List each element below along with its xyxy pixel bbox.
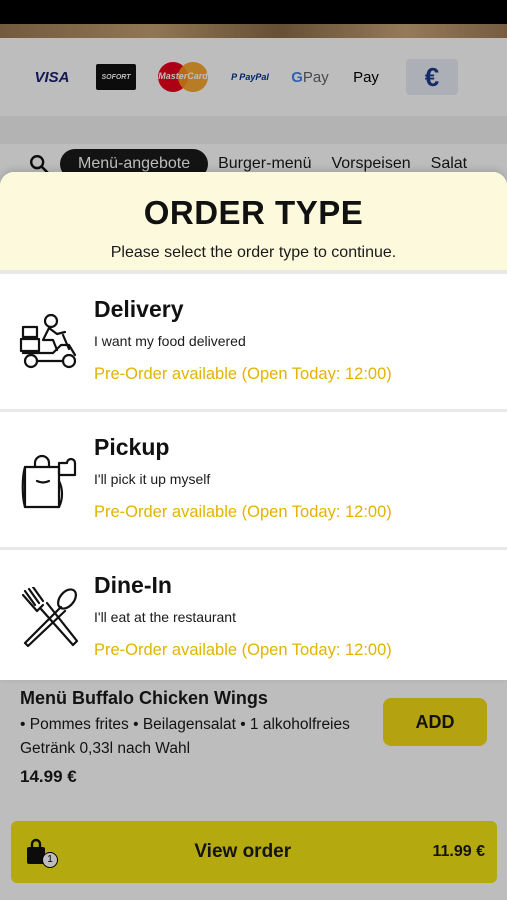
euro-icon: € <box>406 59 458 95</box>
visa-logo: VISA <box>34 68 70 86</box>
option-status: Pre-Order available (Open Today: 12:00) <box>94 365 392 383</box>
hero-image <box>0 24 507 38</box>
option-status: Pre-Order available (Open Today: 12:00) <box>94 641 392 659</box>
option-title: Pickup <box>94 434 170 460</box>
order-type-modal: ORDER TYPE Please select the order type … <box>0 172 507 680</box>
mastercard-logo: MasterCard <box>156 62 210 92</box>
shopping-bag-icon: 1 <box>25 838 58 868</box>
paypal-logo: P PayPal <box>231 72 269 82</box>
menu-item-card[interactable]: Menü Buffalo Chicken Wings • Pommes frit… <box>0 678 507 808</box>
option-description: I'll pick it up myself <box>94 471 211 487</box>
section-gap <box>0 116 507 144</box>
option-title: Delivery <box>94 296 184 322</box>
order-type-pickup[interactable]: Pickup I'll pick it up myself Pre-Order … <box>0 412 507 547</box>
category-tab[interactable]: Burger-menü <box>218 155 311 173</box>
view-order-label: View order <box>194 841 292 862</box>
order-type-dine-in[interactable]: Dine-In I'll eat at the restaurant Pre-O… <box>0 550 507 680</box>
modal-header: ORDER TYPE Please select the order type … <box>0 172 507 270</box>
google-pay-logo: G Pay <box>291 68 329 86</box>
cart-count-badge: 1 <box>42 852 58 868</box>
payment-methods-bar: VISA SOFORT MasterCard P PayPal G Pay Pay… <box>0 38 507 116</box>
option-status: Pre-Order available (Open Today: 12:00) <box>94 503 392 521</box>
pickup-bag-icon <box>21 454 77 508</box>
fork-spoon-icon <box>21 586 79 647</box>
category-tab[interactable]: Vorspeisen <box>331 155 410 173</box>
sofort-logo: SOFORT <box>96 64 136 90</box>
category-tab[interactable]: Salat <box>431 155 467 173</box>
option-description: I'll eat at the restaurant <box>94 609 236 625</box>
order-type-delivery[interactable]: Delivery I want my food delivered Pre-Or… <box>0 274 507 409</box>
view-order-button[interactable]: 1 View order 11.99 € <box>11 821 497 883</box>
modal-subtitle: Please select the order type to continue… <box>110 244 397 261</box>
add-button[interactable]: ADD <box>383 698 487 746</box>
delivery-scooter-icon <box>19 313 77 368</box>
modal-title: ORDER TYPE <box>143 194 364 231</box>
option-description: I want my food delivered <box>94 333 246 349</box>
menu-item-description: • Pommes frites • Beilagensalat • 1 alko… <box>20 716 350 757</box>
option-title: Dine-In <box>94 572 172 598</box>
menu-item-price: 14.99 € <box>20 767 77 786</box>
status-bar <box>0 0 507 24</box>
apple-pay-logo: Pay <box>353 68 379 86</box>
cart-total: 11.99 € <box>432 843 486 860</box>
